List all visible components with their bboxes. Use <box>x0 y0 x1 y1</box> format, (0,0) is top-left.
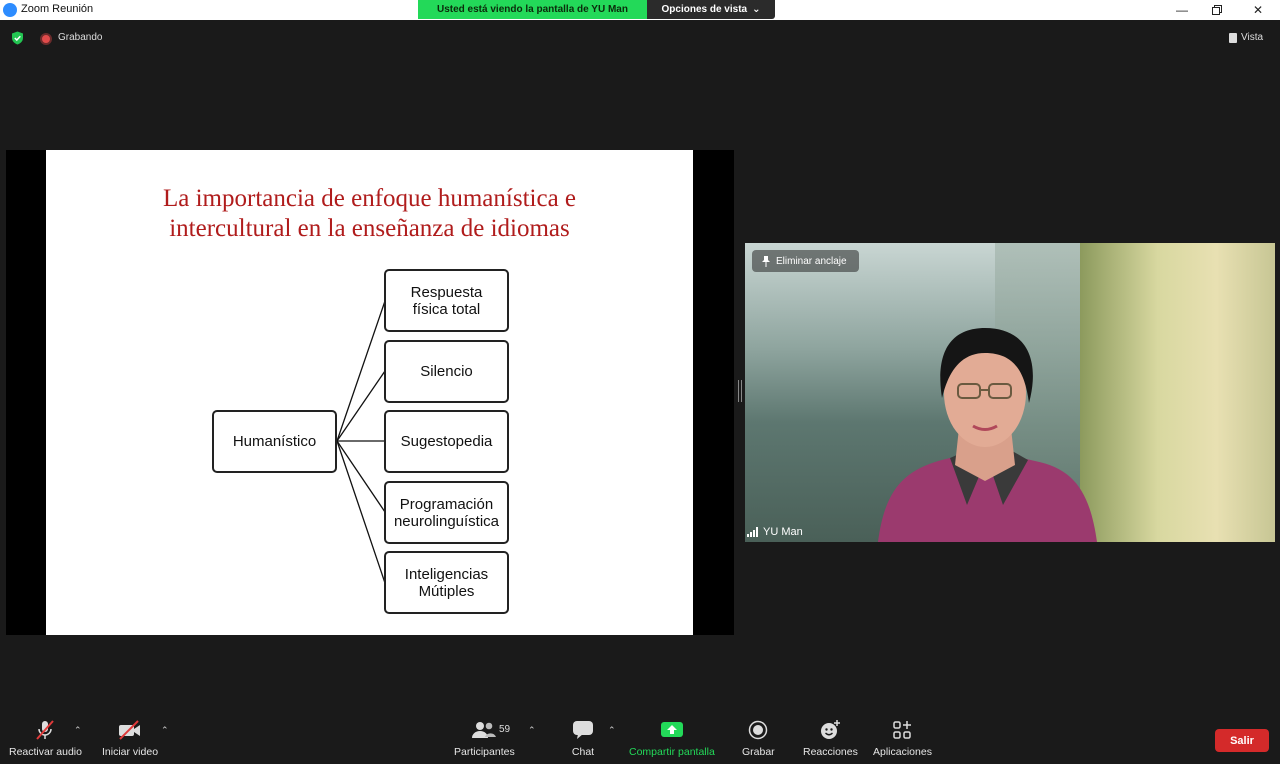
viewing-screen-banner: Usted está viendo la pantalla de YU Man <box>418 0 647 19</box>
microphone-muted-icon <box>32 719 58 741</box>
presentation-slide: La importancia de enfoque humanística e … <box>46 150 693 635</box>
minimize-button[interactable]: — <box>1162 0 1202 19</box>
recording-label: Grabando <box>58 32 103 43</box>
record-label: Grabar <box>742 746 775 758</box>
participant-name-tag: YU Man <box>747 526 803 538</box>
unmute-button[interactable]: Reactivar audio <box>9 719 82 758</box>
connector-line <box>336 300 386 442</box>
branch-label-line: Respuesta <box>410 283 483 301</box>
diagram-branch-node: Programación neurolinguística <box>384 481 509 544</box>
restore-icon <box>1212 4 1222 15</box>
branch-label-line: Inteligencias <box>404 565 489 583</box>
chat-label: Chat <box>571 746 595 758</box>
participant-video-image <box>878 328 1097 542</box>
diagram-connectors <box>336 300 386 584</box>
participant-name: YU Man <box>763 526 803 538</box>
branch-label-line: Sugestopedia <box>400 433 493 450</box>
window-title: Zoom Reunión <box>21 3 94 15</box>
view-options-button[interactable]: Opciones de vista ⌄ <box>647 0 775 19</box>
restore-button[interactable] <box>1197 0 1237 19</box>
chat-bubble-icon <box>570 719 596 741</box>
participant-video-tile[interactable] <box>745 243 1275 542</box>
branch-label-line: física total <box>412 300 481 318</box>
share-screen-icon <box>659 719 685 741</box>
participants-icon <box>471 719 497 741</box>
branch-label-line: Programación <box>399 495 494 513</box>
record-button[interactable]: Grabar <box>742 719 775 758</box>
apps-label: Aplicaciones <box>873 746 932 758</box>
diagram-branch-node: Silencio <box>384 340 509 403</box>
zoom-logo-icon <box>3 3 17 17</box>
video-options-caret-icon[interactable]: ⌃ <box>161 725 169 736</box>
diagram-root-node: Humanístico <box>212 410 337 473</box>
pin-icon <box>762 255 770 267</box>
leave-meeting-button[interactable]: Salir <box>1215 729 1269 752</box>
participants-options-caret-icon[interactable]: ⌃ <box>528 725 536 736</box>
connector-line <box>336 440 386 513</box>
branch-label-line: Mútiples <box>418 582 475 600</box>
participants-label: Participantes <box>454 746 515 758</box>
apps-icon <box>889 719 915 741</box>
diagram-branch-node: Respuesta física total <box>384 269 509 332</box>
unpin-label: Eliminar anclaje <box>776 255 847 267</box>
reactions-label: Reacciones <box>803 746 858 758</box>
security-shield-icon[interactable] <box>11 31 24 45</box>
unmute-label: Reactivar audio <box>9 746 82 758</box>
signal-strength-icon <box>747 527 758 537</box>
branch-label-line: Silencio <box>420 363 473 380</box>
diagram-branch-node: Sugestopedia <box>384 410 509 473</box>
participants-count: 59 <box>499 724 511 735</box>
record-icon <box>745 719 771 741</box>
camera-off-icon <box>117 719 143 741</box>
unpin-button[interactable]: Eliminar anclaje <box>752 250 859 272</box>
view-layout-icon <box>1229 32 1237 43</box>
root-node-label: Humanístico <box>232 433 317 450</box>
diagram-branch-node: Inteligencias Mútiples <box>384 551 509 614</box>
share-screen-button[interactable]: Compartir pantalla <box>629 719 715 758</box>
reactions-button[interactable]: Reacciones <box>803 719 858 758</box>
share-screen-label: Compartir pantalla <box>629 746 715 758</box>
chat-button[interactable]: Chat <box>570 719 596 758</box>
audio-options-caret-icon[interactable]: ⌃ <box>74 725 82 736</box>
panel-resize-handle[interactable] <box>738 380 742 402</box>
recording-icon <box>40 33 52 45</box>
start-video-button[interactable]: Iniciar video <box>102 719 158 758</box>
chevron-down-icon: ⌄ <box>752 4 761 15</box>
close-icon: ✕ <box>1252 2 1264 17</box>
close-button[interactable]: ✕ <box>1238 0 1278 19</box>
view-button[interactable]: Vista <box>1229 32 1263 43</box>
view-options-label: Opciones de vista <box>661 4 748 15</box>
chat-options-caret-icon[interactable]: ⌃ <box>608 725 616 736</box>
view-button-label: Vista <box>1241 32 1264 43</box>
branch-label-line: neurolinguística <box>393 512 500 530</box>
connector-line <box>336 440 386 584</box>
apps-button[interactable]: Aplicaciones <box>873 719 932 758</box>
minimize-icon: — <box>1176 2 1188 17</box>
connector-line <box>336 370 386 442</box>
start-video-label: Iniciar video <box>102 746 159 758</box>
smiley-plus-icon <box>817 719 843 741</box>
